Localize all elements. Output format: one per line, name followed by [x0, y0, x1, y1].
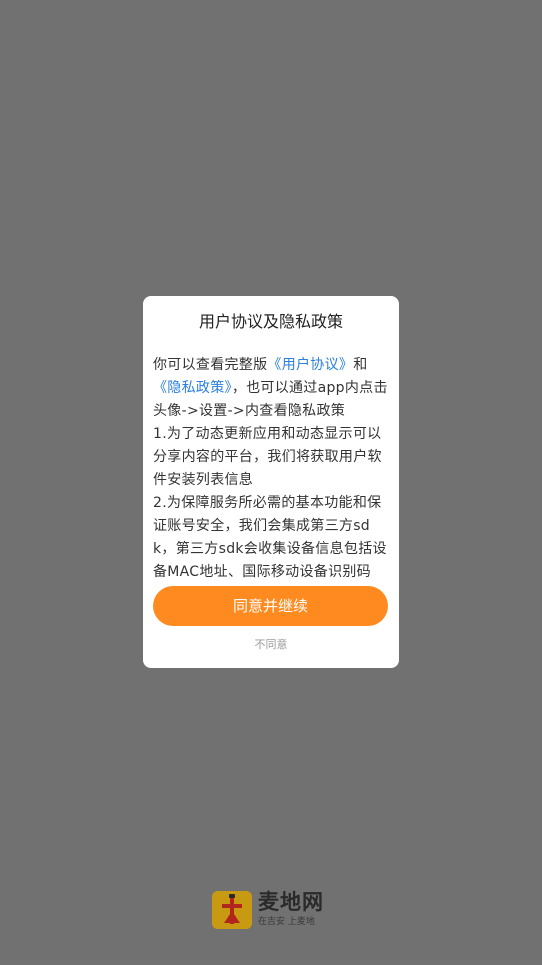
policy-item-1: 1.为了动态更新应用和动态显示可以分享内容的平台，我们将获取用户软件安装列表信息 [153, 426, 382, 488]
privacy-policy-link[interactable]: 《隐私政策》 [153, 380, 232, 396]
brand-name: 麦地网 [258, 890, 324, 914]
privacy-dialog: 用户协议及隐私政策 你可以查看完整版《用户协议》和《隐私政策》，也可以通过app… [143, 296, 399, 668]
agree-button[interactable]: 同意并继续 [153, 586, 388, 626]
brand-logo-icon [212, 891, 252, 929]
intro-prefix: 你可以查看完整版 [153, 357, 268, 373]
brand-slogan: 在吉安 上麦地 [258, 917, 315, 927]
dialog-title: 用户协议及隐私政策 [198, 312, 343, 331]
intro-and: 和 [353, 357, 368, 373]
policy-item-2: 2.为保障服务所必需的基本功能和保证账号安全，我们会集成第三方sdk，第三方sd… [153, 495, 387, 580]
brand-footer: 麦地网 在吉安 上麦地 [212, 889, 337, 931]
disagree-button[interactable]: 不同意 [143, 638, 399, 652]
user-agreement-link[interactable]: 《用户协议》 [267, 357, 353, 373]
dialog-body-text: 你可以查看完整版《用户协议》和《隐私政策》，也可以通过app内点击头像->设置-… [153, 354, 390, 581]
